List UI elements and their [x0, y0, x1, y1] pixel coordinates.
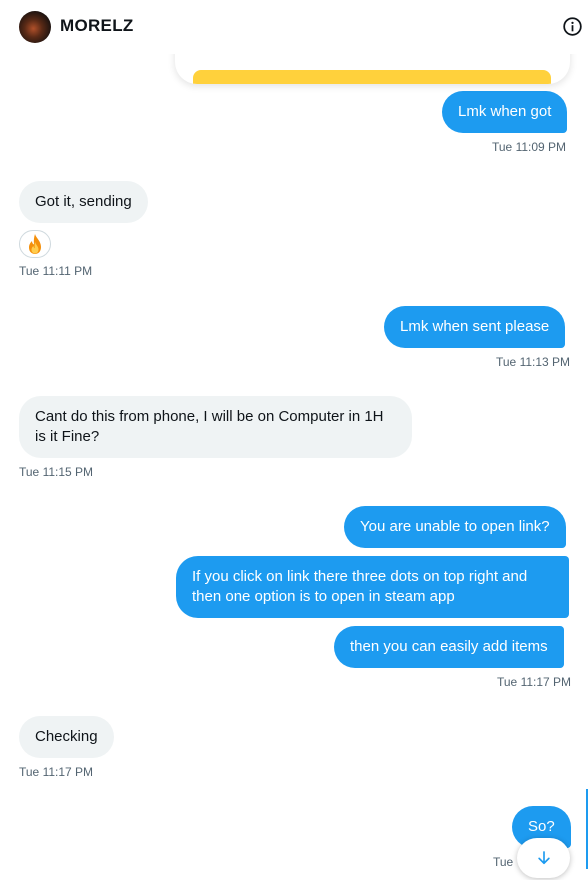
- message-bubble-outgoing[interactable]: Lmk when sent please: [384, 306, 566, 348]
- card-accent-bar: [193, 70, 551, 84]
- message-bubble-incoming[interactable]: Got it, sending: [19, 181, 148, 223]
- user-avatar[interactable]: [19, 11, 51, 43]
- conversation-header: MORELZ: [0, 0, 588, 54]
- message-bubble-outgoing[interactable]: If you click on link there three dots on…: [176, 556, 569, 618]
- message-timestamp: Tue 11:13 PM: [496, 355, 571, 369]
- scroll-to-bottom-button[interactable]: [517, 838, 570, 878]
- message-bubble-outgoing[interactable]: then you can easily add items: [334, 626, 564, 668]
- reaction-badge[interactable]: [19, 230, 51, 258]
- message-timestamp: Tue 11:15 PM: [19, 465, 94, 479]
- message-bubble-outgoing[interactable]: You are unable to open link?: [344, 506, 566, 548]
- message-timestamp: Tue 11:17 PM: [19, 765, 94, 779]
- message-bubble-incoming[interactable]: Cant do this from phone, I will be on Co…: [19, 396, 412, 458]
- message-bubble-incoming[interactable]: Checking: [19, 716, 114, 758]
- message-timestamp: Tue: [493, 855, 514, 869]
- message-timestamp: Tue 11:17 PM: [497, 675, 572, 689]
- message-timestamp: Tue 11:09 PM: [492, 140, 567, 154]
- message-bubble-outgoing[interactable]: Lmk when got: [442, 91, 568, 133]
- fire-emoji: [29, 234, 41, 254]
- conversation-title[interactable]: MORELZ: [60, 16, 134, 36]
- message-timestamp: Tue 11:11 PM: [19, 264, 93, 278]
- info-icon[interactable]: [562, 16, 583, 37]
- arrow-down-icon: [537, 851, 550, 865]
